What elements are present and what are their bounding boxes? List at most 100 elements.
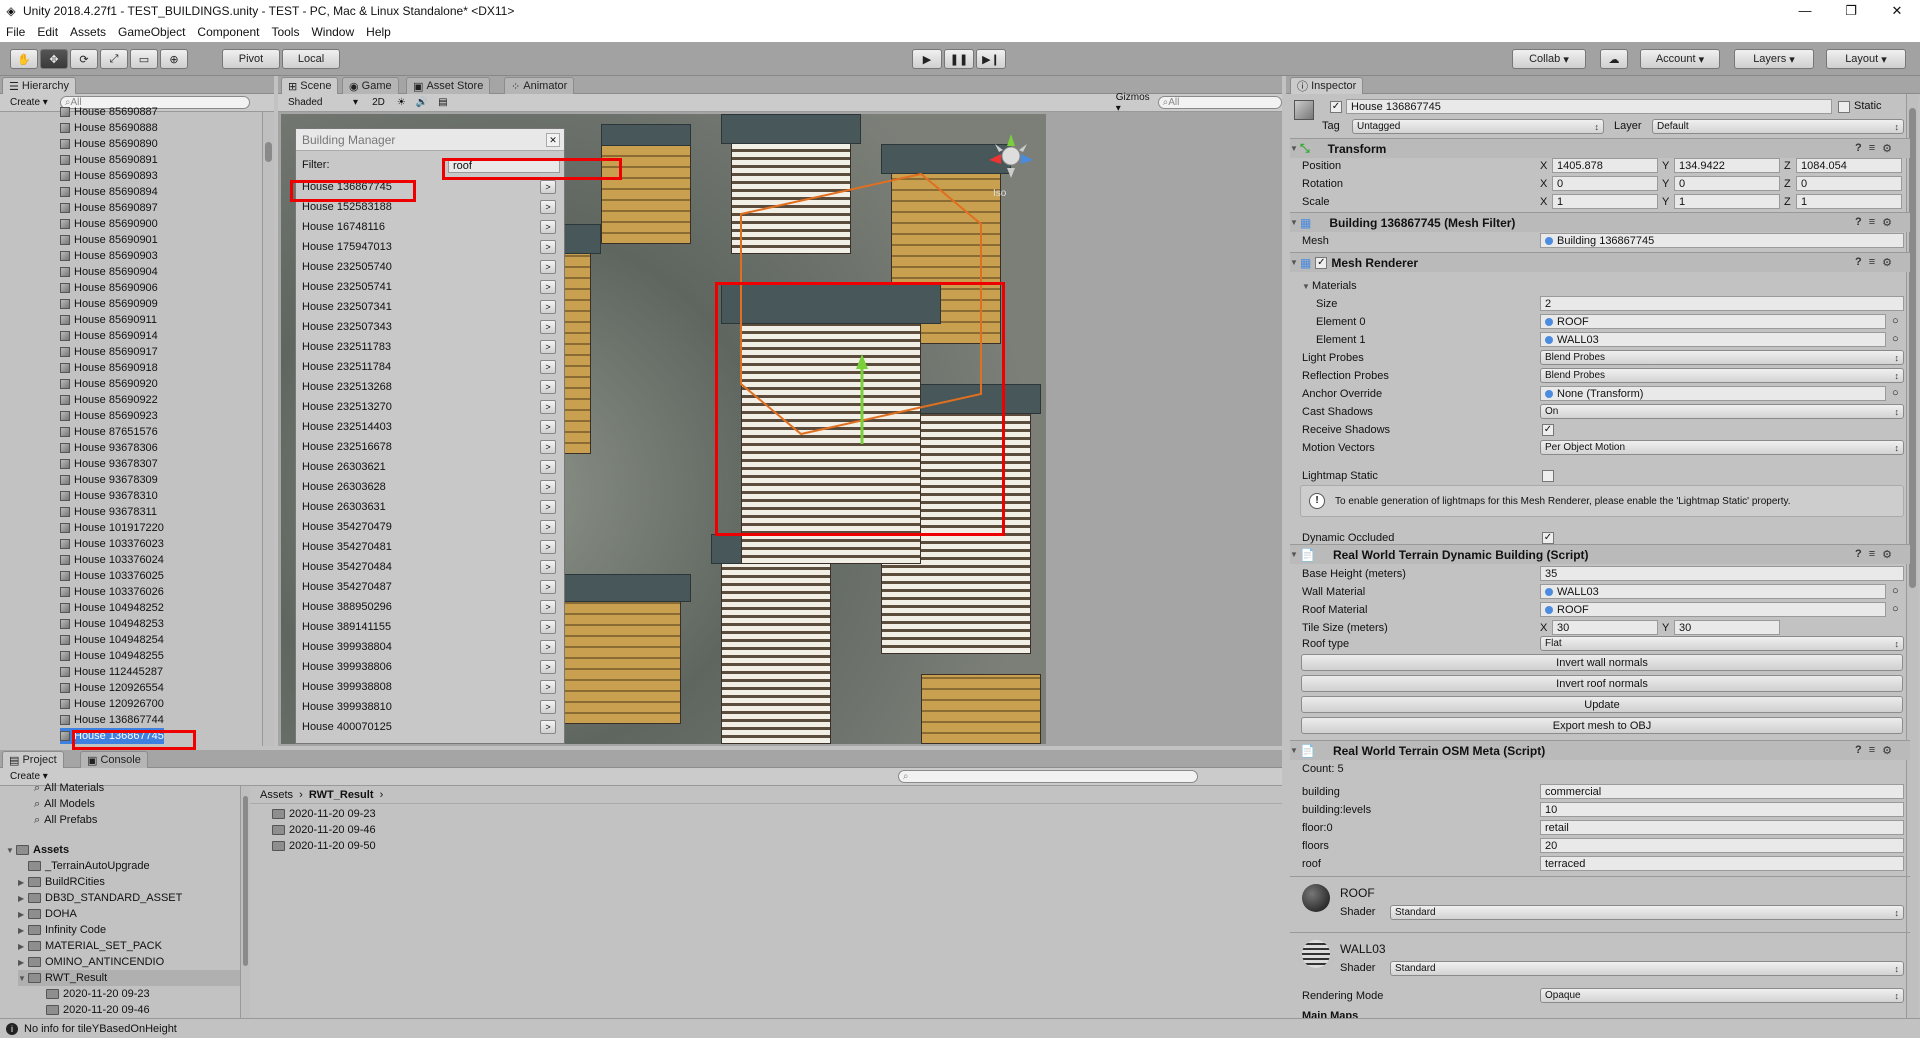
hierarchy-item[interactable]: House 120926554 [60,680,164,696]
transform-header[interactable]: ▼ ⤡ Transform? ≡ ⚙ [1290,138,1910,158]
tab-project[interactable]: ▤ Project [2,751,64,768]
tile-size-y-field[interactable]: 30 [1674,620,1780,635]
osm-value-field[interactable]: commercial [1540,784,1904,799]
roof-material-field[interactable]: ROOF [1540,602,1886,617]
building-list-item[interactable]: House 399938808 > [296,677,560,697]
expand-arrow-icon[interactable]: ▶ [18,926,28,935]
building-list-item[interactable]: House 389141155 > [296,617,560,637]
select-building-button[interactable]: > [540,460,556,474]
maximize-button[interactable]: ❐ [1828,3,1874,19]
asset-folder-item[interactable]: 2020-11-20 09-50 [272,838,376,854]
hierarchy-item[interactable]: House 101917220 [60,520,164,536]
hierarchy-item[interactable]: House 85690918 [60,360,158,376]
collab-dropdown[interactable]: Collab ▾ [1512,49,1586,69]
preset-icon[interactable]: ≡ [1869,142,1875,155]
select-building-button[interactable]: > [540,540,556,554]
roof-type-dropdown[interactable]: Flat [1540,636,1904,651]
menu-tools[interactable]: Tools [265,25,305,39]
invert-wall-normals-button[interactable]: Invert wall normals [1301,654,1903,671]
transform-scale-y-field[interactable]: 1 [1674,194,1780,209]
select-building-button[interactable]: > [540,240,556,254]
2d-toggle[interactable]: 2D [372,97,385,108]
osm-value-field[interactable]: retail [1540,820,1904,835]
building-list-item[interactable]: House 136867745 > [296,177,560,197]
hierarchy-item[interactable]: House 136867745 [60,728,164,744]
osm-value-field[interactable]: terraced [1540,856,1904,871]
pivot-toggle[interactable]: Pivot [222,49,280,69]
hierarchy-item[interactable]: House 85690914 [60,328,158,344]
layer-dropdown[interactable]: Default [1652,119,1904,134]
hierarchy-item[interactable]: House 104948254 [60,632,164,648]
hierarchy-item[interactable]: House 85690900 [60,216,158,232]
wall-material-field[interactable]: WALL03 [1540,584,1886,599]
rendering-mode-dropdown[interactable]: Opaque [1540,988,1904,1003]
motion-vectors-dropdown[interactable]: Per Object Motion [1540,440,1904,455]
help-icon[interactable]: ? [1855,548,1862,561]
menu-window[interactable]: Window [305,25,360,39]
object-name-input[interactable]: House 136867745 [1346,99,1832,114]
hierarchy-item[interactable]: House 103376023 [60,536,164,552]
building-list-item[interactable]: House 26303628 > [296,477,560,497]
tab-console[interactable]: ▣ Console [80,751,148,768]
building-list-item[interactable]: House 232513270 > [296,397,560,417]
transform-rotation-x-field[interactable]: 0 [1552,176,1658,191]
cloud-icon[interactable]: ☁ [1600,49,1628,69]
expand-arrow-icon[interactable]: ▶ [18,958,28,967]
select-building-button[interactable]: > [540,320,556,334]
object-picker-icon[interactable]: ○ [1892,315,1899,327]
object-picker-icon[interactable]: ○ [1892,585,1899,597]
select-building-button[interactable]: > [540,660,556,674]
hierarchy-item[interactable]: House 85690904 [60,264,158,280]
menu-assets[interactable]: Assets [64,25,112,39]
reflection-probes-dropdown[interactable]: Blend Probes [1540,368,1904,383]
hierarchy-item[interactable]: House 85690922 [60,392,158,408]
scale-tool-icon[interactable]: ⤢ [100,49,128,69]
lightmap-static-checkbox[interactable] [1542,470,1554,482]
transform-rotation-y-field[interactable]: 0 [1674,176,1780,191]
mesh-field[interactable]: Building 136867745 [1540,233,1904,248]
select-building-button[interactable]: > [540,300,556,314]
mesh-renderer-enabled-checkbox[interactable]: ✓ [1315,256,1328,269]
preset-icon[interactable]: ≡ [1869,548,1875,561]
hierarchy-item[interactable]: House 85690888 [60,120,158,136]
mesh-filter-header[interactable]: ▼ ▦ Building 136867745 (Mesh Filter)? ≡ ⚙ [1290,212,1910,232]
building-list-item[interactable]: House 232511783 > [296,337,560,357]
hierarchy-create-button[interactable]: Create ▾ [10,97,48,108]
hierarchy-item[interactable]: House 93678306 [60,440,158,456]
scene-orientation-gizmo[interactable] [981,124,1041,184]
building-list-item[interactable]: House 26303631 > [296,497,560,517]
tab-animator[interactable]: ⁘ Animator [504,77,575,94]
building-list-item[interactable]: House 399938810 > [296,697,560,717]
expand-arrow-icon[interactable]: ▼ [6,846,16,855]
asset-folder-item[interactable]: 2020-11-20 09-23 [272,806,376,822]
hierarchy-item[interactable]: House 85690890 [60,136,158,152]
close-button[interactable]: ✕ [1874,3,1920,19]
building-list-item[interactable]: House 232511784 > [296,357,560,377]
lighting-toggle-icon[interactable]: ☀ [397,97,406,108]
projection-label[interactable]: Iso [993,188,1006,199]
menu-component[interactable]: Component [191,25,265,39]
account-dropdown[interactable]: Account ▾ [1640,49,1720,69]
size-field[interactable]: 2 [1540,296,1904,311]
hierarchy-item[interactable]: House 85690901 [60,232,158,248]
object-picker-icon[interactable]: ○ [1892,333,1899,345]
minimize-button[interactable]: — [1782,3,1828,19]
project-subfolder[interactable]: 2020-11-20 09-23 [46,986,150,1002]
object-picker-icon[interactable]: ○ [1892,387,1899,399]
select-building-button[interactable]: > [540,500,556,514]
hierarchy-item[interactable]: House 104948255 [60,648,164,664]
building-list-item[interactable]: House 354270487 > [296,577,560,597]
building-list-item[interactable]: House 354270479 > [296,517,560,537]
select-building-button[interactable]: > [540,180,556,194]
hierarchy-item[interactable]: House 120926700 [60,696,164,712]
help-icon[interactable]: ? [1855,256,1862,269]
select-building-button[interactable]: > [540,220,556,234]
tab-inspector[interactable]: ⓘ Inspector [1290,77,1364,94]
menu-gameobject[interactable]: GameObject [112,25,191,39]
static-checkbox[interactable] [1838,101,1850,113]
project-folder[interactable]: ▶ DOHA [18,906,77,922]
select-building-button[interactable]: > [540,340,556,354]
hierarchy-item[interactable]: House 103376025 [60,568,164,584]
step-button[interactable]: ▶❙ [976,49,1006,69]
building-list-item[interactable]: House 232507341 > [296,297,560,317]
